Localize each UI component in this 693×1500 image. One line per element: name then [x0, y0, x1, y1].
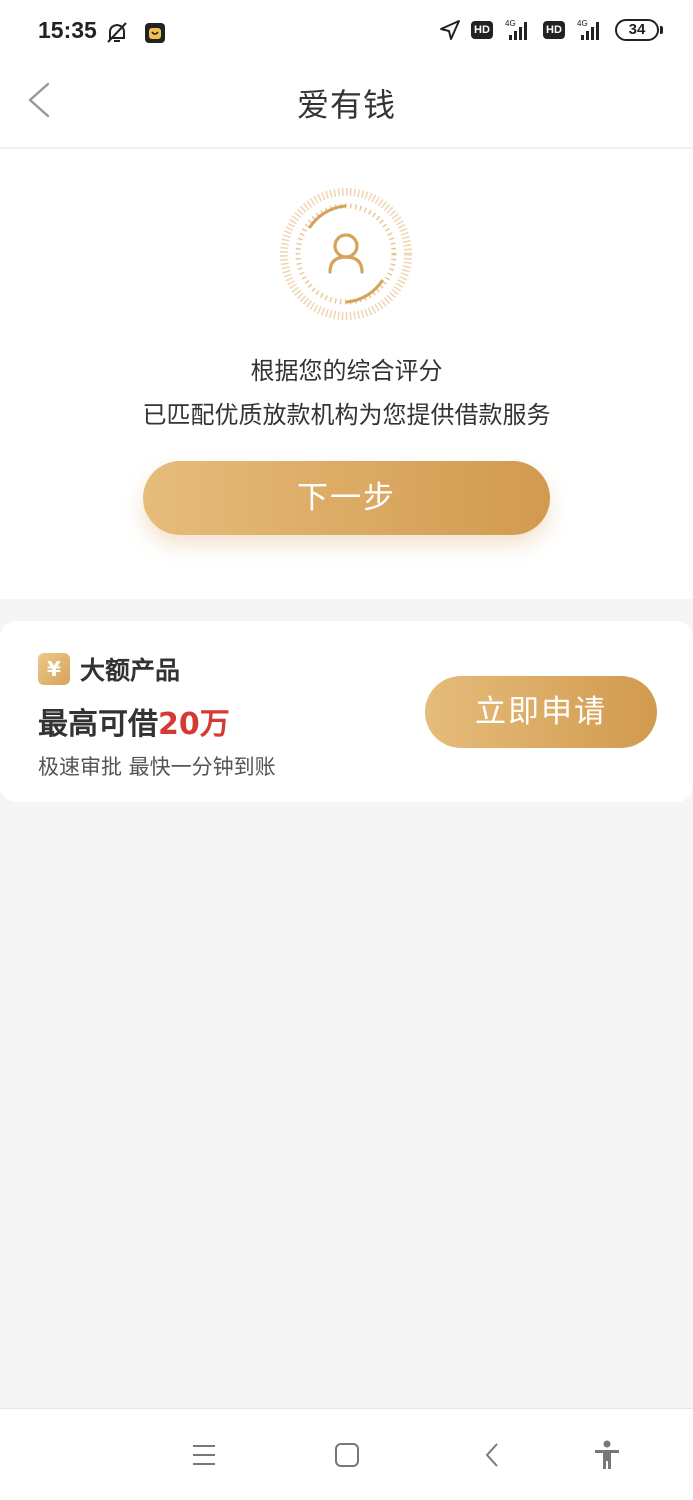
- accessibility-icon[interactable]: [591, 1439, 623, 1471]
- hero-section: 根据您的综合评分 已匹配优质放款机构为您提供借款服务 下一步: [0, 149, 693, 599]
- nav-header: 爱有钱: [0, 66, 693, 148]
- status-time: 15:35: [38, 17, 97, 43]
- score-ring-icon: [280, 188, 412, 320]
- network-type-label: 4G: [577, 19, 588, 28]
- signal-icon: 4G: [505, 19, 527, 40]
- amount-value: 20万: [158, 707, 230, 742]
- product-tag: ¥ 大额产品: [38, 651, 180, 687]
- status-bar: 15:35 HD 4G HD 4G 34: [0, 0, 693, 66]
- home-icon[interactable]: [331, 1439, 363, 1471]
- match-text: 已匹配优质放款机构为您提供借款服务: [142, 401, 551, 429]
- hd-badge: HD: [543, 21, 565, 39]
- status-right-icons: HD 4G HD 4G 34: [439, 18, 663, 42]
- page-title: 爱有钱: [296, 86, 396, 124]
- product-name: 大额产品: [80, 656, 181, 685]
- yen-icon: ¥: [38, 653, 70, 685]
- max-amount: 最高可借20万: [38, 699, 230, 743]
- status-left-icons: [104, 20, 166, 46]
- hd-badge: HD: [471, 21, 493, 39]
- network-type-label: 4G: [505, 19, 516, 28]
- bell-off-icon: [107, 22, 127, 43]
- back-icon[interactable]: [477, 1439, 509, 1471]
- score-text: 根据您的综合评分: [250, 357, 443, 385]
- product-card: ¥ 大额产品 最高可借20万 极速审批 最快一分钟到账 立即申请: [0, 621, 693, 802]
- apply-now-button[interactable]: 立即申请: [425, 676, 657, 748]
- amount-prefix: 最高可借: [38, 707, 158, 742]
- next-step-button[interactable]: 下一步: [143, 461, 550, 535]
- product-description: 极速审批 最快一分钟到账: [38, 755, 276, 779]
- signal-icon: 4G: [577, 19, 599, 40]
- battery-indicator: 34: [615, 19, 663, 41]
- app-notification-icon: [145, 23, 165, 43]
- system-nav-bar: [0, 1408, 693, 1500]
- menu-icon[interactable]: [188, 1439, 220, 1471]
- location-arrow-icon: [440, 20, 460, 40]
